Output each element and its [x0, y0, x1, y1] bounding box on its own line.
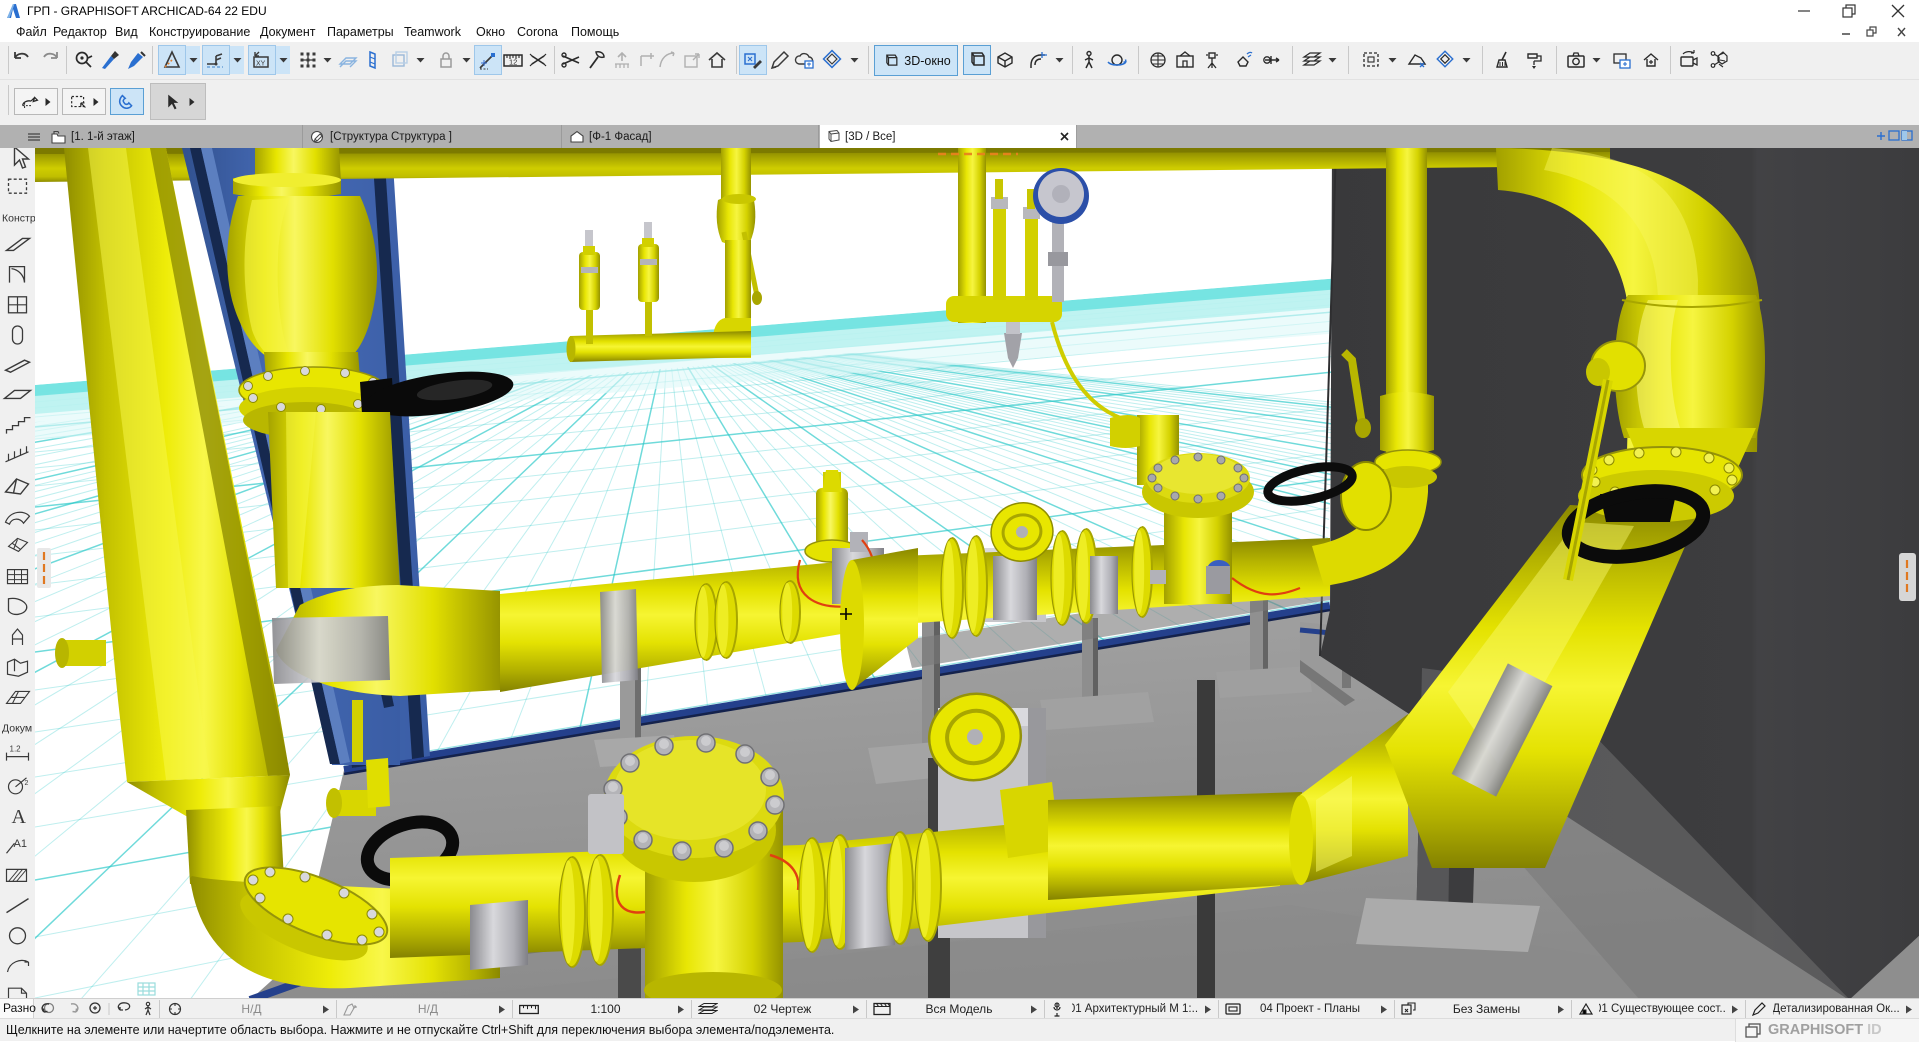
svg-text:Докум: Докум — [2, 723, 32, 735]
svg-text:XY: XY — [256, 61, 266, 68]
svg-text:A: A — [12, 806, 27, 828]
svg-text:12: 12 — [509, 58, 517, 67]
svg-text:2: 2 — [25, 780, 29, 787]
svg-text:1.2: 1.2 — [10, 745, 22, 754]
svg-text:A1: A1 — [14, 838, 27, 850]
svg-text:Констр: Констр — [2, 212, 35, 224]
